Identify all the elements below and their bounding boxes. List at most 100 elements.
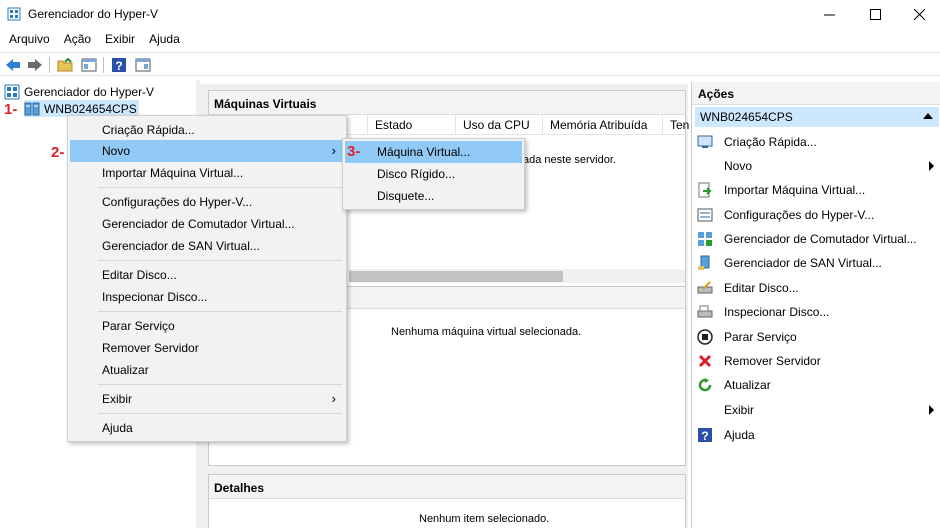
quick-create-icon (696, 133, 714, 151)
action-label: Configurações do Hyper-V... (724, 208, 875, 222)
action-ajuda[interactable]: ? Ajuda (696, 425, 936, 445)
step-marker-2: 2- (51, 144, 65, 161)
ctx-novo-label: Novo (102, 144, 131, 158)
action-label: Atualizar (724, 378, 771, 392)
toolbar: ? (0, 52, 940, 76)
up-folder-icon[interactable] (56, 56, 74, 74)
ctx-novo[interactable]: Novo › (70, 140, 344, 162)
column-divider (455, 115, 456, 135)
hyperv-app-icon (7, 7, 21, 21)
menu-acao[interactable]: Ação (57, 30, 98, 50)
menu-ajuda[interactable]: Ajuda (142, 30, 187, 50)
ctx-parar-servico[interactable]: Parar Serviço (70, 315, 344, 337)
action-label: Parar Serviço (724, 330, 797, 344)
actions-server-label: WNB024654CPS (700, 110, 793, 124)
action-novo[interactable]: Novo (696, 156, 936, 176)
ctx-editar-disco[interactable]: Editar Disco... (70, 264, 344, 286)
action-remover-servidor[interactable]: Remover Servidor (696, 351, 936, 371)
san-icon (696, 254, 714, 272)
sub-disco-rigido[interactable]: Disco Rígido... (345, 163, 522, 185)
action-label: Gerenciador de SAN Virtual... (724, 256, 882, 270)
action-label: Importar Máquina Virtual... (724, 183, 866, 197)
context-menu: Criação Rápida... Novo › Importar Máquin… (67, 115, 347, 442)
actions-pane: Ações WNB024654CPS Criação Rápida... Nov… (691, 82, 940, 528)
action-san-virtual[interactable]: Gerenciador de SAN Virtual... (696, 253, 936, 273)
ctx-ajuda[interactable]: Ajuda (70, 417, 344, 439)
show-hide-action-pane-icon[interactable] (134, 56, 152, 74)
action-label: Novo (724, 159, 753, 173)
ctx-criacao-rapida[interactable]: Criação Rápida... (70, 119, 344, 141)
minimize-button[interactable] (806, 0, 852, 28)
details-empty-message: Nenhum item selecionado. (419, 513, 550, 525)
action-inspecionar-disco[interactable]: Inspecionar Disco... (696, 302, 936, 322)
title-bar: Gerenciador do Hyper-V (0, 0, 940, 28)
checkpoints-empty-message: Nenhuma máquina virtual selecionada. (391, 326, 582, 338)
ctx-exibir[interactable]: Exibir › (70, 388, 344, 410)
switch-icon (696, 230, 714, 248)
help-icon: ? (696, 426, 714, 444)
inspect-disk-icon (696, 303, 714, 321)
maximize-button[interactable] (852, 0, 898, 28)
action-editar-disco[interactable]: Editar Disco... (696, 278, 936, 298)
toolbar-divider (49, 57, 50, 73)
server-icon (24, 102, 40, 115)
menu-exibir[interactable]: Exibir (98, 30, 142, 50)
ctx-atualizar[interactable]: Atualizar (70, 359, 344, 381)
menu-separator (98, 187, 342, 188)
column-memoria[interactable]: Memória Atribuída (550, 118, 647, 132)
blank-icon (696, 157, 714, 175)
tree-server-label: WNB024654CPS (44, 101, 137, 116)
action-parar-servico[interactable]: Parar Serviço (696, 327, 936, 347)
action-criacao-rapida[interactable]: Criação Rápida... (696, 132, 936, 152)
column-divider (662, 115, 663, 135)
tree-root-hyperv-manager[interactable]: Gerenciador do Hyper-V (4, 83, 154, 100)
column-divider (367, 115, 368, 135)
settings-icon (696, 206, 714, 224)
action-label: Exibir (724, 403, 755, 417)
action-label: Remover Servidor (724, 354, 821, 368)
back-arrow-icon[interactable] (4, 56, 22, 74)
stop-icon (696, 328, 714, 346)
ctx-remover-servidor[interactable]: Remover Servidor (70, 337, 344, 359)
details-panel: Detalhes Nenhum item selecionado. (208, 474, 686, 528)
scrollbar-thumb[interactable] (349, 271, 563, 282)
ctx-importar[interactable]: Importar Máquina Virtual... (70, 162, 344, 184)
menu-separator (98, 413, 342, 414)
action-exibir[interactable]: Exibir (696, 400, 936, 420)
vm-panel-title: Máquinas Virtuais (209, 91, 685, 115)
ctx-san-virtual[interactable]: Gerenciador de SAN Virtual... (70, 235, 344, 257)
show-hide-tree-icon[interactable] (80, 56, 98, 74)
sub-disquete[interactable]: Disquete... (345, 185, 522, 207)
ctx-inspecionar-disco[interactable]: Inspecionar Disco... (70, 286, 344, 308)
action-importar[interactable]: Importar Máquina Virtual... (696, 180, 936, 200)
submenu-arrow-icon: › (331, 391, 336, 406)
hyperv-manager-icon (4, 84, 20, 99)
column-ten[interactable]: Ten (670, 118, 689, 132)
collapse-triangle-icon[interactable] (923, 113, 933, 119)
remove-icon (696, 352, 714, 370)
ctx-exibir-label: Exibir (102, 392, 133, 406)
ctx-configuracoes[interactable]: Configurações do Hyper-V... (70, 191, 344, 213)
help-icon[interactable]: ? (110, 56, 128, 74)
menu-arquivo[interactable]: Arquivo (2, 30, 57, 50)
action-comutador-virtual[interactable]: Gerenciador de Comutador Virtual... (696, 229, 936, 249)
svg-text:?: ? (701, 429, 708, 443)
forward-arrow-icon[interactable] (26, 56, 44, 74)
import-icon (696, 181, 714, 199)
sub-maquina-virtual[interactable]: Máquina Virtual... (345, 141, 522, 163)
edit-disk-icon (696, 279, 714, 297)
step-marker-1: 1- (4, 101, 18, 118)
column-uso-cpu[interactable]: Uso da CPU (463, 118, 530, 132)
close-button[interactable] (896, 0, 940, 28)
ctx-comutador-virtual[interactable]: Gerenciador de Comutador Virtual... (70, 213, 344, 235)
submenu-arrow-icon (929, 405, 934, 415)
column-estado[interactable]: Estado (375, 118, 412, 132)
vm-horizontal-scrollbar[interactable] (349, 269, 685, 283)
vm-empty-message: ada neste servidor. (523, 154, 616, 166)
action-atualizar[interactable]: Atualizar (696, 375, 936, 395)
step-marker-3: 3- (347, 143, 361, 160)
menu-separator (98, 311, 342, 312)
action-configuracoes[interactable]: Configurações do Hyper-V... (696, 205, 936, 225)
tree-root-label: Gerenciador do Hyper-V (24, 84, 155, 99)
actions-server-header[interactable]: WNB024654CPS (695, 107, 939, 127)
